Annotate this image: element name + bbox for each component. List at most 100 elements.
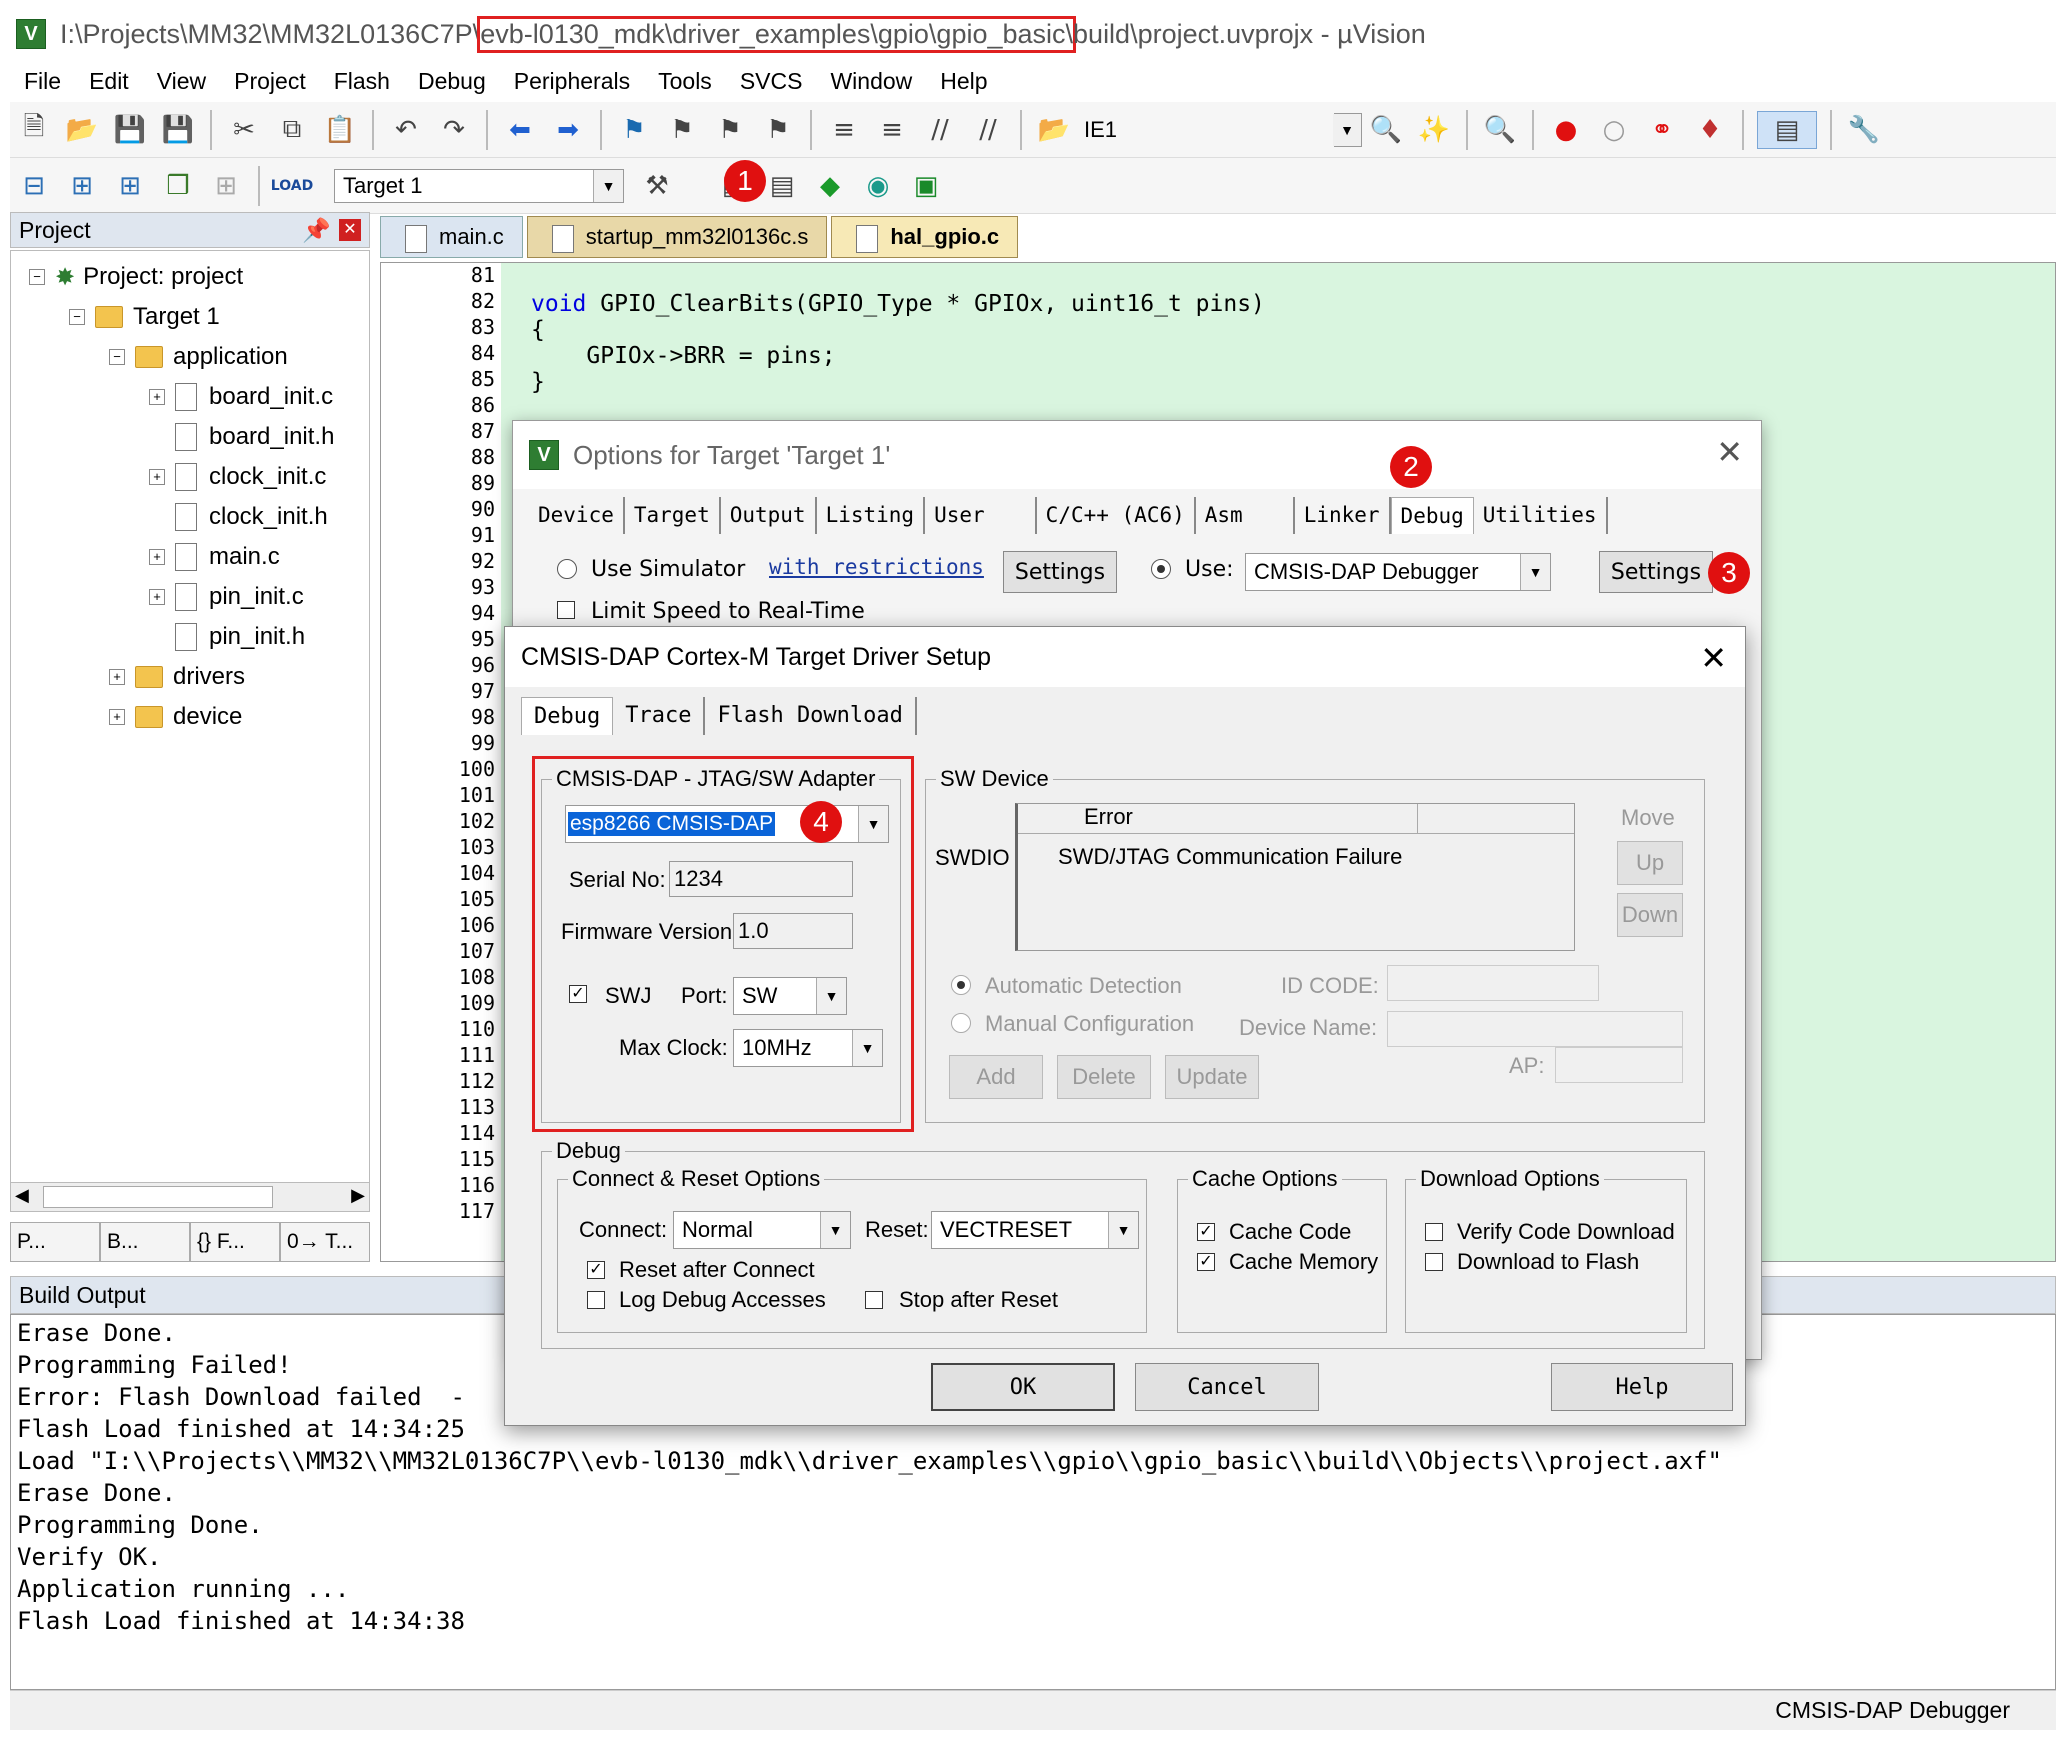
- pin-icon[interactable]: 📌: [302, 217, 331, 244]
- cancel-button[interactable]: Cancel: [1135, 1363, 1319, 1411]
- download-flash-checkbox[interactable]: [1425, 1253, 1443, 1271]
- stop-build-icon[interactable]: ⊞: [207, 167, 245, 205]
- verify-checkbox[interactable]: [1425, 1223, 1443, 1241]
- menu-file[interactable]: File: [10, 68, 75, 95]
- collapse-icon[interactable]: −: [29, 269, 45, 285]
- tab-flash-download[interactable]: Flash Download: [705, 697, 917, 735]
- expand-icon[interactable]: +: [109, 669, 125, 685]
- close-icon[interactable]: ✕: [339, 219, 361, 241]
- breakpoint-disable-icon[interactable]: ○: [1595, 111, 1633, 149]
- tab-project[interactable]: P...: [10, 1222, 100, 1262]
- copy-icon[interactable]: ⧉: [273, 111, 311, 149]
- select-software-packs-icon[interactable]: ▣: [907, 167, 945, 205]
- debug-session-icon[interactable]: 🔍: [1481, 111, 1519, 149]
- scroll-right-icon[interactable]: ▶: [351, 1185, 365, 1206]
- comment-icon[interactable]: //: [921, 111, 959, 149]
- debugger-settings-button[interactable]: Settings: [1599, 551, 1713, 593]
- tree-file[interactable]: board_init.h: [175, 419, 334, 455]
- incremental-find-icon[interactable]: ✨: [1415, 111, 1453, 149]
- simulator-settings-button[interactable]: Settings: [1003, 551, 1117, 593]
- build-icon[interactable]: ⊞: [63, 167, 101, 205]
- indent-icon[interactable]: ≡: [825, 111, 863, 149]
- down-button[interactable]: Down: [1617, 893, 1683, 937]
- with-restrictions-link[interactable]: with restrictions: [769, 555, 984, 579]
- rebuild-icon[interactable]: ⊞: [111, 167, 149, 205]
- tree-horizontal-scrollbar[interactable]: ◀ ▶: [10, 1182, 370, 1212]
- translate-icon[interactable]: ⊟: [15, 167, 53, 205]
- pack-installer-icon[interactable]: ◉: [859, 167, 897, 205]
- manual-config-radio[interactable]: [951, 1013, 971, 1033]
- open-folder-icon[interactable]: 📂: [63, 111, 101, 149]
- tab-functions[interactable]: {} F...: [190, 1222, 280, 1262]
- breakpoint-kill-icon[interactable]: ♦: [1691, 111, 1729, 149]
- expand-icon[interactable]: +: [109, 709, 125, 725]
- save-all-icon[interactable]: 💾: [159, 111, 197, 149]
- menu-help[interactable]: Help: [926, 68, 1001, 95]
- up-button[interactable]: Up: [1617, 841, 1683, 885]
- reset-select[interactable]: VECTRESET ▼: [931, 1211, 1139, 1249]
- menu-tools[interactable]: Tools: [644, 68, 726, 95]
- collapse-icon[interactable]: −: [69, 309, 85, 325]
- update-button[interactable]: Update: [1165, 1055, 1259, 1099]
- cache-code-checkbox[interactable]: ✓: [1197, 1223, 1215, 1241]
- run-time-env-icon[interactable]: ◆: [811, 167, 849, 205]
- tree-file[interactable]: pin_init.h: [175, 619, 305, 655]
- batch-build-icon[interactable]: ❒: [159, 167, 197, 205]
- use-debugger-radio[interactable]: [1151, 559, 1171, 579]
- menu-project[interactable]: Project: [220, 68, 320, 95]
- bookmark-prev-icon[interactable]: ⚑: [663, 111, 701, 149]
- scroll-thumb[interactable]: [43, 1186, 273, 1208]
- log-debug-checkbox[interactable]: [587, 1291, 605, 1309]
- tab-asm[interactable]: Asm: [1196, 497, 1295, 534]
- tree-file[interactable]: clock_init.h: [175, 499, 328, 535]
- menu-peripherals[interactable]: Peripherals: [500, 68, 644, 95]
- tab-templates[interactable]: 0→ T...: [280, 1222, 370, 1262]
- tab-output[interactable]: Output: [721, 497, 817, 534]
- tab-hal-gpio-c[interactable]: hal_gpio.c: [831, 216, 1019, 258]
- find-in-files-icon[interactable]: 📂: [1035, 111, 1073, 149]
- tree-folder-device[interactable]: + device: [109, 699, 242, 735]
- tab-listing[interactable]: Listing: [817, 497, 926, 534]
- bookmark-clear-icon[interactable]: ⚑: [759, 111, 797, 149]
- tab-target[interactable]: Target: [625, 497, 721, 534]
- tree-target[interactable]: − Target 1: [69, 299, 220, 335]
- tree-project-root[interactable]: − ✸ Project: project: [29, 259, 243, 295]
- tree-folder-drivers[interactable]: + drivers: [109, 659, 245, 695]
- bookmark-next-icon[interactable]: ⚑: [711, 111, 749, 149]
- reset-after-connect-checkbox[interactable]: ✓: [587, 1261, 605, 1279]
- menu-window[interactable]: Window: [816, 68, 926, 95]
- paste-icon[interactable]: 📋: [321, 111, 359, 149]
- tree-file[interactable]: + clock_init.c: [149, 459, 326, 495]
- breakpoint-clear-icon[interactable]: ⚭: [1643, 111, 1681, 149]
- breakpoint-icon[interactable]: ●: [1547, 111, 1585, 149]
- nav-forward-icon[interactable]: ➡: [549, 111, 587, 149]
- window-layout-icon[interactable]: ▤: [1757, 110, 1817, 149]
- cache-memory-checkbox[interactable]: ✓: [1197, 1253, 1215, 1271]
- configure-icon[interactable]: 🔧: [1845, 111, 1883, 149]
- find-icon[interactable]: 🔍: [1367, 111, 1405, 149]
- delete-button[interactable]: Delete: [1057, 1055, 1151, 1099]
- cut-icon[interactable]: ✂: [225, 111, 263, 149]
- tree-folder-application[interactable]: − application: [109, 339, 288, 375]
- close-icon[interactable]: ✕: [1716, 433, 1743, 471]
- manage-components-icon[interactable]: ▤: [763, 167, 801, 205]
- close-icon[interactable]: ✕: [1700, 639, 1727, 677]
- menu-edit[interactable]: Edit: [75, 68, 143, 95]
- expand-icon[interactable]: +: [149, 549, 165, 565]
- sw-device-list[interactable]: Error SWD/JTAG Communication Failure: [1015, 803, 1575, 951]
- tab-debug[interactable]: Debug: [1390, 497, 1474, 534]
- tree-file[interactable]: + pin_init.c: [149, 579, 304, 615]
- help-button[interactable]: Help: [1551, 1363, 1733, 1411]
- connect-select[interactable]: Normal ▼: [673, 1211, 851, 1249]
- expand-icon[interactable]: +: [149, 389, 165, 405]
- tab-device[interactable]: Device: [529, 497, 625, 534]
- unindent-icon[interactable]: ≡: [873, 111, 911, 149]
- tab-trace[interactable]: Trace: [613, 697, 706, 735]
- menu-svcs[interactable]: SVCS: [726, 68, 817, 95]
- download-load-icon[interactable]: LOAD: [271, 167, 313, 205]
- menu-flash[interactable]: Flash: [320, 68, 404, 95]
- expand-icon[interactable]: +: [149, 469, 165, 485]
- scroll-left-icon[interactable]: ◀: [15, 1185, 29, 1206]
- use-simulator-radio[interactable]: [557, 559, 577, 579]
- tab-main-c[interactable]: main.c: [380, 216, 523, 258]
